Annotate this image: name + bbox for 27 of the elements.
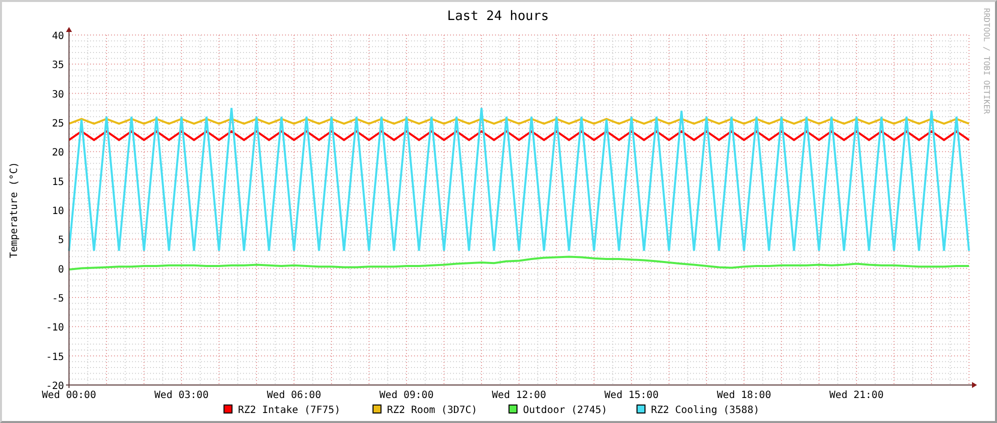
y-tick-label: 20 [52,148,64,159]
legend-label: RZ2 Intake (7F75) [238,405,340,416]
y-tick-label: 40 [52,31,64,42]
y-tick-label: 0 [58,264,64,276]
y-tick-label: 15 [52,176,64,188]
legend-label: Outdoor (2745) [523,405,608,416]
y-tick-label: 35 [52,60,64,72]
legend-label: RZ2 Cooling (3588) [651,405,760,416]
y-tick-label: 5 [58,235,64,246]
y-tick-label: -15 [46,352,64,363]
y-tick-label: -10 [46,322,64,334]
y-axis-label: Temperature (°C) [9,162,20,258]
x-tick-label: Wed 12:00 [492,390,546,401]
y-tick-label: -5 [52,294,64,304]
x-tick-label: Wed 18:00 [716,390,772,401]
y-tick-label: 25 [52,118,64,130]
y-tick-label: 30 [52,89,64,100]
legend-label: RZ2 Room (3D7C) [387,405,478,416]
chart-title: Last 24 hours [447,9,549,24]
x-tick-label: Wed 21:00 [829,390,884,401]
x-tick-label: Wed 03:00 [154,390,209,401]
x-tick-label: Wed 00:00 [42,390,96,401]
x-tick-label: Wed 06:00 [266,390,322,401]
y-tick-label: 10 [52,206,64,217]
side-credit: RRDTOOL / TOBI OETIKER [982,8,991,114]
x-tick-label: Wed 09:00 [379,390,434,401]
x-tick-label: Wed 15:00 [604,390,659,401]
